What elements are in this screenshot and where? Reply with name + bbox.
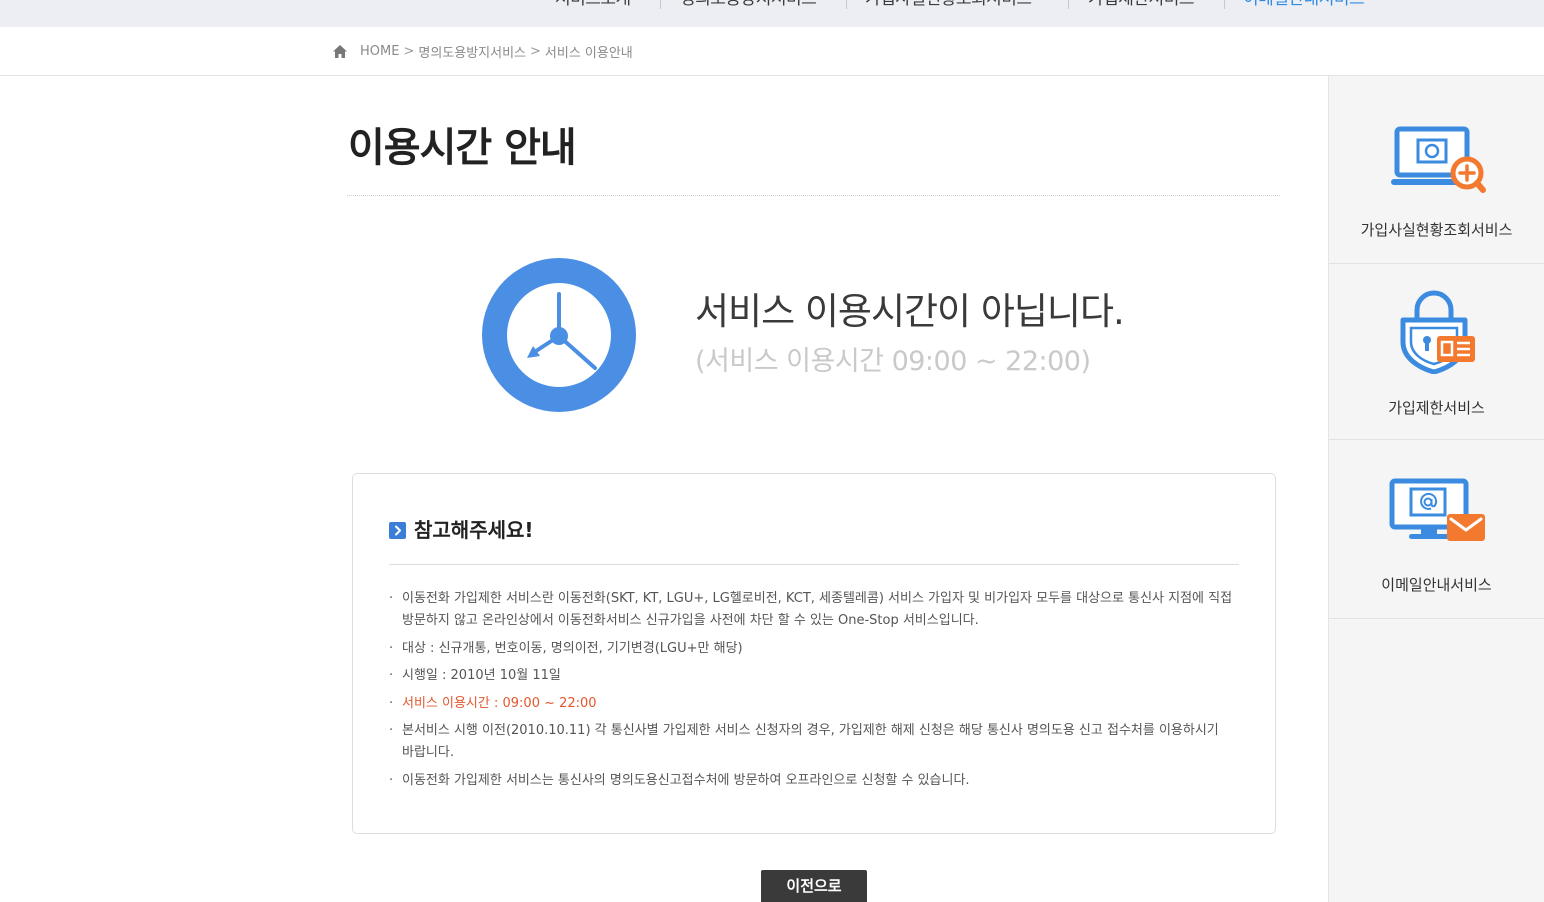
- laptop-search-icon: [1391, 126, 1486, 193]
- notice-divider: [389, 564, 1239, 565]
- nav-separator: [1068, 0, 1069, 9]
- page-title: 이용시간 안내: [348, 125, 577, 171]
- list-item: 이동전화 가입제한 서비스는 통신사의 명의도용신고접수처에 방문하여 오프라인…: [389, 770, 1251, 792]
- breadcrumb-separator: >: [530, 43, 541, 59]
- lock-id-card-icon: [1400, 290, 1475, 374]
- notice-heading: 참고해주세요!: [414, 518, 534, 542]
- nav-separator: [846, 0, 847, 9]
- clock-icon: [482, 258, 636, 412]
- back-button[interactable]: 이전으로: [761, 870, 867, 902]
- monitor-email-icon: [1389, 478, 1485, 541]
- list-item: 대상 : 신규개통, 번호이동, 명의이전, 기기변경(LGU+만 해당): [389, 638, 1251, 660]
- title-divider: [347, 195, 1280, 196]
- top-nav-item-subscription-restriction[interactable]: 가입제한서비스: [1088, 0, 1194, 9]
- breadcrumb-separator: >: [403, 43, 415, 59]
- breadcrumb-home[interactable]: HOME: [360, 44, 399, 59]
- top-nav-item-identity-theft-prevention[interactable]: 명의도용방지서비스: [680, 0, 817, 9]
- breadcrumb-bar: HOME > 명의도용방지서비스 > 서비스 이용안내: [0, 27, 1544, 76]
- list-item: 본서비스 시행 이전(2010.10.11) 각 통신사별 가입제한 서비스 신…: [389, 720, 1251, 764]
- list-item: 시행일 : 2010년 10월 11일: [389, 665, 1251, 687]
- sidebar-item-label: 이메일안내서비스: [1381, 576, 1492, 594]
- sidebar-item-label: 가입사실현황조회서비스: [1360, 221, 1513, 239]
- top-nav: 서비스소개 명의도용방지서비스 가입사실현황조회서비스 가입제한서비스 이메일안…: [0, 0, 1544, 27]
- notice-list: 이동전화 가입제한 서비스란 이동전화(SKT, KT, LGU+, LG헬로비…: [389, 588, 1251, 797]
- breadcrumb-item-current: 서비스 이용안내: [544, 45, 633, 61]
- home-icon[interactable]: [333, 44, 347, 58]
- nav-separator: [1224, 0, 1225, 9]
- sidebar-item-subscription-lookup[interactable]: 가입사실현황조회서비스: [1329, 76, 1544, 264]
- breadcrumb-item-identity-theft-prevention[interactable]: 명의도용방지서비스: [418, 42, 526, 61]
- service-hours-text: (서비스 이용시간 09:00 ~ 22:00): [695, 346, 1091, 377]
- nav-separator: [660, 0, 661, 9]
- list-item: 서비스 이용시간 : 09:00 ~ 22:00: [389, 693, 1251, 715]
- top-nav-item-service-intro[interactable]: 서비스소개: [555, 0, 631, 9]
- sidebar-item-subscription-restriction[interactable]: 가입제한서비스: [1329, 264, 1544, 440]
- sidebar-item-email-notification[interactable]: 이메일안내서비스: [1329, 440, 1544, 619]
- chevron-right-icon: [389, 522, 406, 539]
- status-message: 서비스 이용시간이 아닙니다.: [695, 290, 1125, 333]
- breadcrumb: HOME > 명의도용방지서비스 > 서비스 이용안내: [333, 27, 633, 75]
- list-item: 이동전화 가입제한 서비스란 이동전화(SKT, KT, LGU+, LG헬로비…: [389, 588, 1251, 632]
- top-nav-item-subscription-lookup[interactable]: 가입사실현황조회서비스: [865, 0, 1032, 9]
- notice-box: 참고해주세요! 이동전화 가입제한 서비스란 이동전화(SKT, KT, LGU…: [352, 473, 1276, 834]
- sidebar-item-label: 가입제한서비스: [1388, 399, 1485, 417]
- page: 서비스소개 명의도용방지서비스 가입사실현황조회서비스 가입제한서비스 이메일안…: [0, 0, 1544, 902]
- top-nav-item-email-notification[interactable]: 이메일안내서비스: [1243, 0, 1365, 9]
- quick-menu-sidebar: 가입사실현황조회서비스 가입제한서비스 이메일안내서비스: [1328, 76, 1544, 902]
